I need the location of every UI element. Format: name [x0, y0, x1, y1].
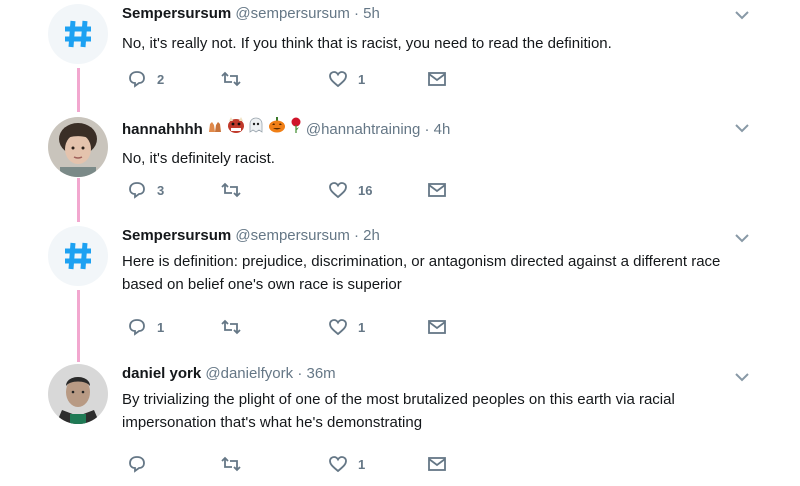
retweet-button[interactable] — [220, 454, 252, 474]
profile-photo — [48, 364, 108, 424]
retweet-button[interactable] — [220, 69, 252, 89]
tweet-text: Here is definition: prejudice, discrimin… — [122, 253, 721, 293]
timestamp[interactable]: · 36m — [297, 365, 335, 382]
like-count: 16 — [358, 182, 373, 198]
retweet-button[interactable] — [220, 180, 252, 200]
like-icon — [329, 456, 347, 473]
tweet[interactable]: hannahhhh @hannahtraining · 4h No, it's … — [0, 112, 800, 222]
like-icon — [329, 319, 347, 336]
direct-message-button[interactable] — [427, 454, 447, 474]
ghost-emoji — [249, 117, 263, 139]
profile-photo — [48, 117, 108, 177]
user-handle[interactable]: @sempersursum — [235, 5, 349, 22]
user-handle[interactable]: @sempersursum — [235, 227, 349, 244]
like-icon — [329, 182, 347, 199]
user-handle[interactable]: @danielfyork — [205, 365, 293, 382]
like-button[interactable]: 1 — [328, 454, 365, 474]
retweet-icon — [221, 71, 241, 87]
retweet-icon — [221, 182, 241, 198]
user-photo-avatar[interactable] — [48, 117, 108, 177]
reply-count: 3 — [157, 182, 165, 198]
chevron-down-icon[interactable] — [733, 6, 751, 24]
like-count: 1 — [358, 71, 366, 87]
retweet-icon — [221, 456, 241, 472]
user-photo-avatar[interactable] — [48, 364, 108, 424]
timestamp[interactable]: · 4h — [425, 121, 451, 138]
retweet-icon — [221, 319, 241, 335]
display-name[interactable]: Sempersursum — [122, 5, 231, 22]
tweet-text: No, it's really not. If you think that i… — [122, 35, 612, 52]
tweet-header: hannahhhh @hannahtraining · 4h — [122, 117, 730, 140]
raised-hands-emoji — [207, 119, 223, 139]
display-name[interactable]: hannahhhh — [122, 121, 203, 138]
reply-button[interactable] — [127, 454, 157, 474]
like-count: 1 — [358, 319, 366, 335]
reply-count: 1 — [157, 319, 165, 335]
tweet[interactable]: Sempersursum @sempersursum · 2h Here is … — [0, 224, 800, 362]
reply-icon — [129, 319, 145, 336]
direct-message-icon — [428, 457, 446, 471]
tweet[interactable]: daniel york @danielfyork · 36m By trivia… — [0, 362, 800, 486]
retweet-button[interactable] — [220, 317, 252, 337]
tweet[interactable]: Sempersursum @sempersursum · 5h No, it's… — [0, 0, 800, 110]
tweet-text: No, it's definitely racist. — [122, 150, 275, 167]
direct-message-icon — [428, 72, 446, 86]
rose-emoji — [290, 117, 302, 139]
timestamp[interactable]: · 5h — [354, 5, 380, 22]
reply-button[interactable]: 1 — [127, 317, 164, 337]
user-handle[interactable]: @hannahtraining — [306, 121, 420, 138]
direct-message-button[interactable] — [427, 317, 447, 337]
tweet-header: Sempersursum @sempersursum · 5h — [122, 4, 730, 24]
chevron-down-icon[interactable] — [733, 229, 751, 247]
tweet-header: daniel york @danielfyork · 36m — [122, 364, 730, 384]
direct-message-button[interactable] — [427, 69, 447, 89]
chevron-down-icon[interactable] — [733, 119, 751, 137]
reply-button[interactable]: 3 — [127, 180, 164, 200]
hashtag-icon — [65, 242, 91, 270]
reply-icon — [129, 456, 145, 473]
display-name[interactable]: daniel york — [122, 365, 201, 382]
ogre-emoji — [227, 117, 245, 139]
like-button[interactable]: 16 — [328, 180, 372, 200]
display-name[interactable]: Sempersursum — [122, 227, 231, 244]
like-count: 1 — [358, 456, 366, 472]
hashtag-avatar[interactable] — [48, 4, 108, 64]
reply-count: 2 — [157, 71, 165, 87]
hashtag-icon — [65, 20, 91, 48]
tweet-text: By trivializing the plight of one of the… — [122, 391, 675, 431]
reply-icon — [129, 182, 145, 199]
reply-button[interactable]: 2 — [127, 69, 164, 89]
reply-icon — [129, 71, 145, 88]
like-button[interactable]: 1 — [328, 317, 365, 337]
like-icon — [329, 71, 347, 88]
direct-message-icon — [428, 183, 446, 197]
timestamp[interactable]: · 2h — [354, 227, 380, 244]
like-button[interactable]: 1 — [328, 69, 365, 89]
direct-message-icon — [428, 320, 446, 334]
hashtag-avatar[interactable] — [48, 226, 108, 286]
jack-o-lantern-emoji — [268, 117, 286, 139]
chevron-down-icon[interactable] — [733, 368, 751, 386]
direct-message-button[interactable] — [427, 180, 447, 200]
tweet-header: Sempersursum @sempersursum · 2h — [122, 226, 730, 246]
